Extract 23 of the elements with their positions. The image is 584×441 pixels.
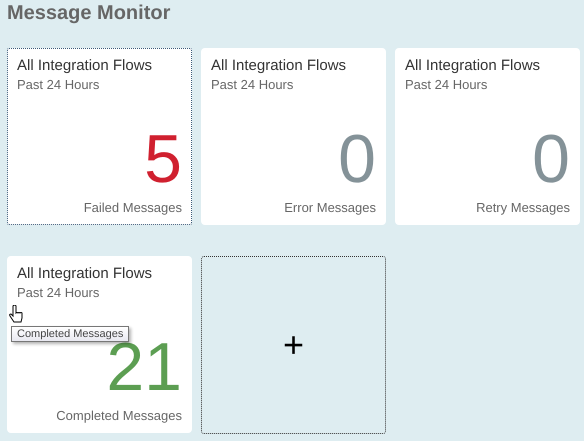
tile[interactable]: All Integration Flows Past 24 Hours 0 Error Messages (201, 48, 386, 225)
tile-title: All Integration Flows (211, 57, 348, 75)
page-title: Message Monitor (7, 1, 172, 25)
hand-cursor-icon (9, 305, 23, 325)
tile-label: Failed Messages (82, 200, 182, 215)
tile[interactable]: All Integration Flows Past 24 Hours 0 Retry Messages (395, 48, 580, 225)
tile[interactable]: All Integration Flows Past 24 Hours 5 Failed Messages (7, 48, 192, 225)
tile-subtitle: Past 24 Hours (405, 77, 488, 93)
tile-title: All Integration Flows (405, 57, 542, 75)
add-tile-button[interactable]: + (201, 256, 386, 434)
tile-label: Error Messages (283, 200, 376, 215)
tile-label: Retry Messages (475, 200, 570, 215)
tile-label: Completed Messages (55, 408, 182, 423)
message-count: 21 (106, 341, 182, 393)
tile-subtitle: Past 24 Hours (17, 77, 100, 93)
message-count: 0 (532, 133, 570, 185)
message-count: 0 (338, 133, 376, 185)
tile-title: All Integration Flows (17, 265, 154, 283)
message-count: 5 (144, 133, 182, 185)
tooltip: Completed Messages (11, 326, 130, 342)
tile-title: All Integration Flows (17, 57, 154, 75)
tile-subtitle: Past 24 Hours (211, 77, 294, 93)
tile-subtitle: Past 24 Hours (17, 285, 100, 301)
